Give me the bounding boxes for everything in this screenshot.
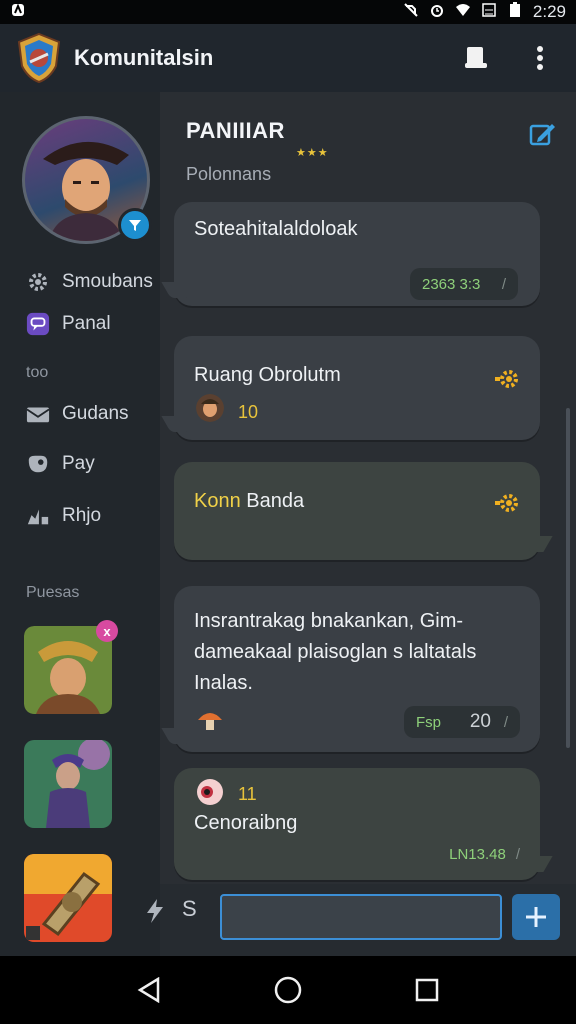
android-icon	[10, 2, 26, 23]
game-tile-forest[interactable]	[24, 740, 112, 828]
sidebar-item-panal[interactable]: Panal	[26, 312, 111, 336]
plus-icon	[526, 907, 546, 927]
panel-content: PANIIIAR ★★★ Polonnans Soteahitalaldoloa…	[160, 92, 576, 956]
card-title: Konn Banda	[194, 490, 305, 512]
message-card-2[interactable]: Ruang Obrolutm 10	[161, 336, 540, 440]
alarm-icon	[429, 2, 445, 23]
status-bar: 2:29	[0, 0, 576, 24]
user-avatar-icon	[197, 779, 223, 805]
scrollbar[interactable]	[566, 408, 570, 748]
recents-button[interactable]	[407, 970, 447, 1010]
pill-text: 2363 3:3	[422, 275, 481, 293]
member-count: 10	[238, 402, 259, 422]
sidebar-item-gudans[interactable]: Gudans	[26, 402, 129, 426]
chat-bubble-icon	[26, 312, 50, 336]
rating-stars: ★★★	[296, 147, 329, 159]
user-avatar-icon	[196, 394, 224, 422]
mail-icon	[26, 402, 50, 426]
card-body: Cenoraibng	[194, 812, 298, 834]
clock-time: 2:29	[532, 2, 566, 21]
device-icon	[465, 47, 487, 68]
edit-icon[interactable]	[528, 120, 556, 148]
home-icon	[274, 976, 302, 1004]
gear-icon[interactable]	[494, 366, 520, 392]
home-button[interactable]	[268, 970, 308, 1010]
sidebar-item-label: Smoubans	[62, 271, 153, 292]
panel-subtitle: Polonnans	[186, 164, 272, 184]
signal-icon	[481, 2, 497, 23]
filter-icon	[129, 220, 141, 231]
game-icon	[26, 452, 50, 476]
sidebar-item-label: Rhjo	[62, 505, 102, 526]
close-icon[interactable]: x	[96, 620, 118, 642]
back-button[interactable]	[129, 970, 169, 1010]
check-icon: /	[501, 275, 506, 293]
bolt-icon[interactable]	[144, 898, 166, 924]
sidebar-item-rhjo[interactable]: Rhjo	[26, 504, 101, 528]
profile-avatar[interactable]	[22, 116, 152, 246]
message-input[interactable]	[220, 894, 502, 940]
s-button[interactable]: S	[182, 896, 197, 922]
sidebar-caption: too	[26, 364, 49, 381]
game-tile-warrior[interactable]: x	[24, 620, 118, 714]
back-icon	[137, 977, 160, 1003]
stat-pill: Fsp 20 /	[404, 706, 520, 738]
shield-logo-icon	[17, 32, 61, 84]
sidebar-item-label: Gudans	[62, 403, 129, 424]
app-bar: Komunitalsin	[0, 24, 576, 92]
more-vert-icon	[537, 46, 543, 70]
gear-icon[interactable]	[494, 490, 520, 516]
filter-badge[interactable]	[118, 208, 152, 242]
mute-icon	[403, 2, 419, 23]
mushroom-icon	[198, 713, 222, 730]
wifi-icon	[455, 2, 471, 23]
timestamp: LN13.48/	[449, 846, 520, 863]
chart-icon	[26, 504, 50, 528]
message-card-1[interactable]: Soteahitalaldoloak 2363 3:3 /	[161, 202, 540, 306]
sidebar-item-pay[interactable]: Pay	[26, 452, 95, 476]
game-tile-rocket[interactable]	[24, 854, 112, 942]
battery-icon	[507, 1, 523, 23]
panel-title: PANIIIAR	[186, 118, 285, 143]
pill-text: Fsp	[416, 713, 442, 731]
message-card-4[interactable]: Insrantrakag bnakankan, Gim-dameakaal pl…	[161, 586, 540, 752]
system-nav-bar	[0, 956, 576, 1024]
check-icon: /	[503, 713, 508, 731]
sidebar-caption: Puesas	[26, 584, 80, 601]
device-button[interactable]	[456, 38, 496, 78]
sidebar-item-smoubans[interactable]: Smoubans	[26, 270, 153, 294]
card-title: Soteahitalaldoloak	[194, 218, 358, 240]
sidebar-item-label: Panal	[62, 313, 111, 334]
time-pill: 2363 3:3 /	[410, 268, 518, 300]
app-title: Komunitalsin	[74, 45, 214, 70]
recents-icon	[415, 978, 438, 1002]
message-card-3[interactable]: Konn Banda	[174, 462, 553, 560]
pill-number: 20	[469, 711, 491, 732]
card-body: Insrantrakag bnakankan, Gim-dameakaal pl…	[194, 610, 477, 694]
sidebar-item-label: Pay	[62, 453, 95, 474]
gear-icon	[26, 270, 50, 294]
add-button[interactable]	[512, 894, 560, 940]
member-count: 11	[238, 784, 257, 804]
sidebar: Smoubans Panal too Gudans Pay Rhjo Puesa…	[0, 92, 160, 956]
message-card-5[interactable]: 11 Cenoraibng LN13.48/	[174, 768, 553, 880]
more-button[interactable]	[520, 38, 560, 78]
main-area: Smoubans Panal too Gudans Pay Rhjo Puesa…	[0, 92, 576, 956]
card-title: Ruang Obrolutm	[194, 364, 341, 386]
